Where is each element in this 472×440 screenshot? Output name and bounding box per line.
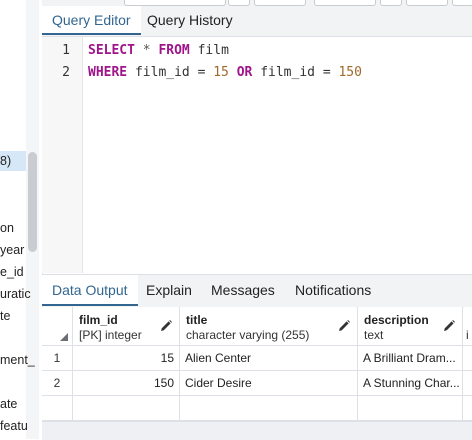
tree-item-label: 8) [0,154,12,168]
sql-keyword: SELECT [88,43,135,58]
code-line-2: WHERE film_id = 15 OR film_id = 150 [88,65,362,80]
column-type: text [364,328,384,342]
edit-pencil-icon[interactable] [442,319,456,333]
column-header-title[interactable]: title character varying (255) [180,307,358,346]
line-number: 1 [62,43,70,58]
column-type: [PK] integer [79,328,142,342]
tree-item-label: on [0,221,14,235]
tree-item-column[interactable]: year [0,240,24,260]
grid-corner[interactable] [42,307,73,346]
sql-star: * [134,43,159,58]
row-number[interactable]: 1 [42,346,73,371]
sql-number: 150 [338,65,362,80]
tree-item-column[interactable]: ate [0,394,17,414]
table-cell[interactable] [463,396,472,421]
table-cell[interactable] [73,396,180,421]
sql-identifier: film [189,43,229,58]
tree-item-column[interactable]: on [0,218,14,238]
tree-item-label: e_id [0,265,24,279]
sql-keyword: OR [228,65,261,80]
table-cell[interactable] [358,396,463,421]
tree-item-column[interactable]: e_id [0,262,24,282]
table-cell[interactable] [463,371,472,396]
column-header-film-id[interactable]: film_id [PK] integer [73,307,180,346]
result-grid: film_id [PK] integer title character var… [42,307,472,421]
table-cell[interactable]: A Stunning Char... [358,371,463,396]
table-cell[interactable] [180,396,358,421]
tree-item-selected[interactable]: 8) [0,151,26,171]
table-cell[interactable]: 15 [73,346,180,371]
tree-item-column[interactable]: ment_ [0,350,35,370]
tree-item-label: ment_ [0,353,35,367]
output-tab-bar: Data Output Explain Messages Notificatio… [42,274,472,308]
horizontal-scrollbar[interactable] [42,421,472,440]
column-type: character varying (255) [186,328,310,342]
sql-editor[interactable]: 1 2 SELECT * FROM film WHERE film_id = 1… [42,37,472,273]
line-number: 2 [62,65,70,80]
tree-item-label: featu [0,419,28,433]
code-line-1: SELECT * FROM film [88,43,229,58]
tab-data-output[interactable]: Data Output [42,275,138,306]
tab-query-editor[interactable]: Query Editor [42,6,141,35]
sql-keyword: FROM [158,43,190,58]
tree-item-label: uratic [0,287,31,301]
tree-item-column[interactable]: uratic [0,284,31,304]
row-number[interactable] [42,396,73,421]
tree-item-column[interactable]: te [0,306,10,326]
sql-condition: film_id = [260,65,339,80]
tree-item-column[interactable]: featu [0,416,28,436]
table-cell[interactable]: 150 [73,371,180,396]
object-browser-panel: 8) on year e_id uratic te ment_ ate feat… [0,0,43,439]
tree-item-label: year [0,243,25,257]
sql-number: 15 [213,65,229,80]
table-cell[interactable]: Alien Center [180,346,358,371]
tree-scrollbar-thumb[interactable] [28,152,37,252]
column-header-description[interactable]: description text [358,307,463,346]
table-cell[interactable]: A Brilliant Dram... [358,346,463,371]
tab-messages[interactable]: Messages [201,275,285,306]
tab-explain[interactable]: Explain [136,275,202,306]
row-number[interactable]: 2 [42,371,73,396]
column-name: title [186,313,208,327]
sql-keyword: WHERE [88,65,128,80]
column-name: film_id [79,313,118,327]
edit-pencil-icon[interactable] [337,319,351,333]
table-cell[interactable]: Cider Desire [180,371,358,396]
column-header-next[interactable]: i [463,307,472,346]
tab-notifications[interactable]: Notifications [285,275,381,306]
edit-pencil-icon[interactable] [159,319,173,333]
tree-item-label: ate [0,397,18,411]
tree-item-label: te [0,309,11,323]
column-type: i [466,328,469,342]
line-number-gutter: 1 2 [42,37,83,273]
table-cell[interactable] [463,346,472,371]
sql-condition: film_id = [127,65,214,80]
editor-tab-bar: Query Editor Query History [42,6,472,37]
tab-query-history[interactable]: Query History [137,6,243,35]
select-all-icon [60,333,68,341]
column-name: description [364,313,429,327]
